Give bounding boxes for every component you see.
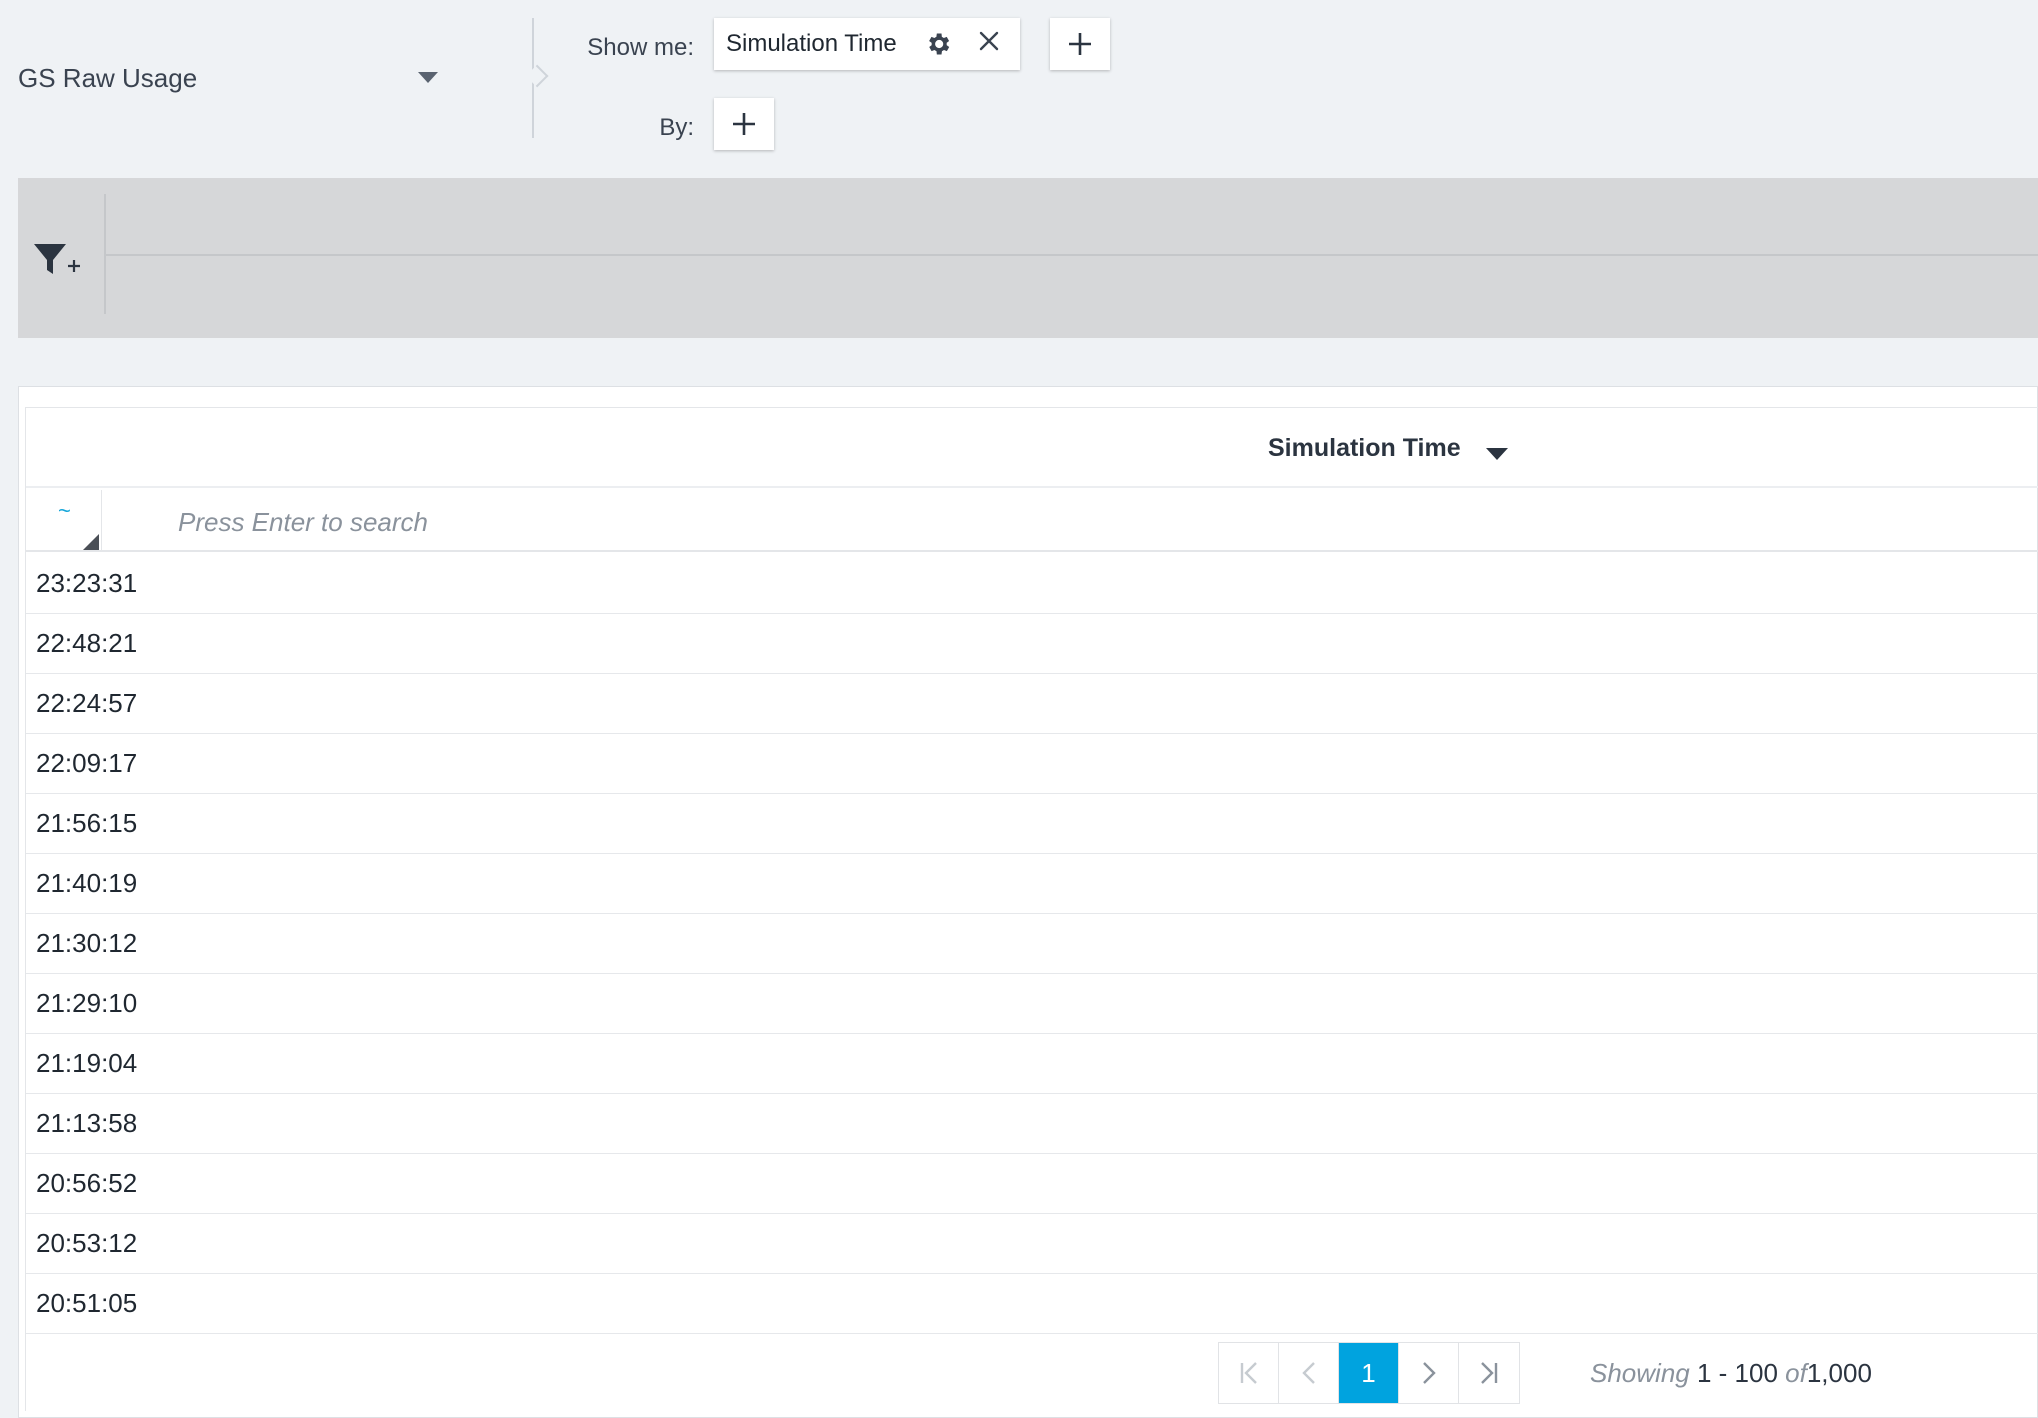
column-header-row: Simulation Time xyxy=(26,408,2038,488)
table-row: 21:40:19 xyxy=(26,854,2038,914)
first-page-icon xyxy=(1240,1362,1257,1384)
chevron-down-icon xyxy=(418,72,438,83)
table-row: 20:53:12 xyxy=(26,1214,2038,1274)
close-icon[interactable] xyxy=(974,28,1004,58)
dropdown-corner-icon xyxy=(83,534,99,550)
search-operator-toggle[interactable]: ~ xyxy=(26,490,102,552)
filter-plus-icon[interactable] xyxy=(32,240,82,280)
showing-summary: Showing 1 - 100 of1,000 xyxy=(1590,1358,1872,1389)
column-search-row: ~ xyxy=(26,490,2038,552)
column-header-simulation-time[interactable]: Simulation Time xyxy=(1268,434,1461,463)
pagination: 1 xyxy=(1218,1342,1520,1404)
gear-icon[interactable] xyxy=(924,30,952,58)
results-table: Simulation Time ~ 23:23:31 22:48:21 22:2… xyxy=(25,407,2038,1411)
sort-caret-icon[interactable] xyxy=(1486,448,1508,460)
show-me-label: Show me: xyxy=(587,34,694,61)
showing-total: 1,000 xyxy=(1806,1358,1872,1388)
last-page-button[interactable] xyxy=(1459,1343,1519,1403)
divider-arrow xyxy=(532,68,544,90)
filter-area[interactable] xyxy=(106,254,2038,256)
prev-page-button[interactable] xyxy=(1279,1343,1339,1403)
plus-icon xyxy=(1069,33,1091,55)
table-row: 21:56:15 xyxy=(26,794,2038,854)
data-source-label: GS Raw Usage xyxy=(18,62,198,93)
close-icon-svg xyxy=(979,31,999,51)
plus-icon xyxy=(733,113,755,135)
last-page-icon xyxy=(1481,1362,1498,1384)
filter-bar xyxy=(18,178,2038,338)
first-page-button[interactable] xyxy=(1219,1343,1279,1403)
column-search-input[interactable] xyxy=(178,502,1178,542)
showing-word: Showing xyxy=(1590,1358,1690,1388)
filter-plus-icon-svg xyxy=(34,244,80,274)
table-body: 23:23:31 22:48:21 22:24:57 22:09:17 21:5… xyxy=(26,554,2038,1334)
add-group-by-button[interactable] xyxy=(714,98,774,150)
table-row: 21:29:10 xyxy=(26,974,2038,1034)
gear-icon-svg xyxy=(929,33,950,55)
next-page-button[interactable] xyxy=(1399,1343,1459,1403)
of-word: of xyxy=(1785,1358,1807,1388)
table-row: 21:30:12 xyxy=(26,914,2038,974)
table-row: 21:13:58 xyxy=(26,1094,2038,1154)
chevron-left-icon xyxy=(1301,1362,1315,1384)
table-row: 22:48:21 xyxy=(26,614,2038,674)
table-row: 22:09:17 xyxy=(26,734,2038,794)
chevron-right-icon xyxy=(1422,1362,1436,1384)
metric-chip[interactable]: Simulation Time xyxy=(714,18,1020,70)
page-button-current[interactable]: 1 xyxy=(1339,1343,1399,1403)
showing-range: 1 - 100 xyxy=(1696,1358,1778,1388)
data-source-dropdown[interactable]: GS Raw Usage xyxy=(18,60,438,96)
results-panel: Simulation Time ~ 23:23:31 22:48:21 22:2… xyxy=(18,386,2038,1418)
metric-chip-label: Simulation Time xyxy=(726,30,897,57)
by-label: By: xyxy=(659,114,694,141)
table-row: 22:24:57 xyxy=(26,674,2038,734)
table-row: 21:19:04 xyxy=(26,1034,2038,1094)
table-row: 23:23:31 xyxy=(26,554,2038,614)
add-metric-button[interactable] xyxy=(1050,18,1110,70)
table-row: 20:51:05 xyxy=(26,1274,2038,1334)
search-operator: ~ xyxy=(58,498,71,523)
table-row: 20:56:52 xyxy=(26,1154,2038,1214)
